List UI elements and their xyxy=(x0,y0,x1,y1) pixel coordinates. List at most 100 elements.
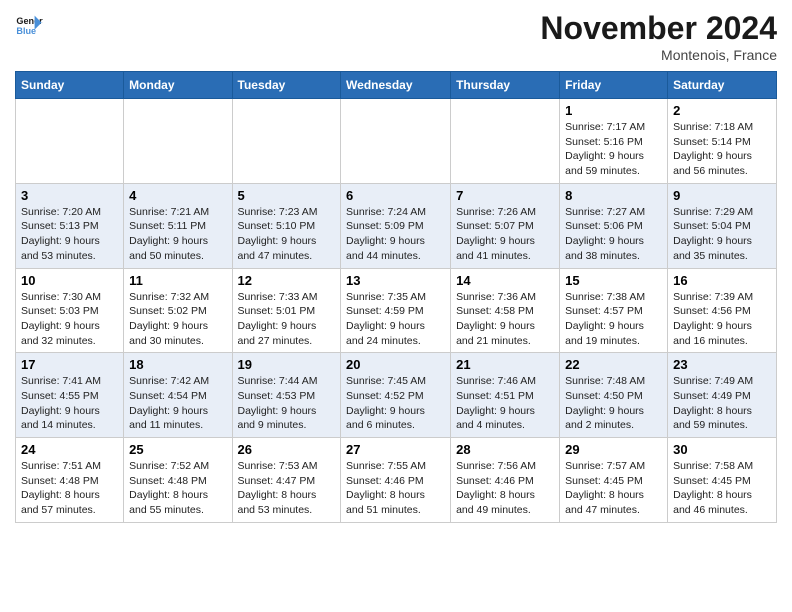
calendar-cell: 1 Sunrise: 7:17 AM Sunset: 5:16 PM Daylig… xyxy=(560,99,668,184)
day-info: Sunrise: 7:33 AM Sunset: 5:01 PM Dayligh… xyxy=(238,290,336,349)
day-info: Sunrise: 7:30 AM Sunset: 5:03 PM Dayligh… xyxy=(21,290,118,349)
weekday-header: Saturday xyxy=(668,72,777,99)
calendar-cell: 11 Sunrise: 7:32 AM Sunset: 5:02 PM Dayli… xyxy=(124,268,232,353)
calendar-cell: 5 Sunrise: 7:23 AM Sunset: 5:10 PM Daylig… xyxy=(232,183,341,268)
day-info: Sunrise: 7:52 AM Sunset: 4:48 PM Dayligh… xyxy=(129,459,226,518)
day-info: Sunrise: 7:41 AM Sunset: 4:55 PM Dayligh… xyxy=(21,374,118,433)
calendar-cell: 29 Sunrise: 7:57 AM Sunset: 4:45 PM Dayli… xyxy=(560,438,668,523)
day-info: Sunrise: 7:27 AM Sunset: 5:06 PM Dayligh… xyxy=(565,205,662,264)
calendar-cell: 20Sunrise: 7:45 AM Sunset: 4:52 PM Dayli… xyxy=(341,353,451,438)
calendar-cell: 6 Sunrise: 7:24 AM Sunset: 5:09 PM Daylig… xyxy=(341,183,451,268)
weekday-header: Thursday xyxy=(451,72,560,99)
day-number: 26 xyxy=(238,442,336,457)
day-number: 12 xyxy=(238,273,336,288)
calendar-cell: 22 Sunrise: 7:48 AM Sunset: 4:50 PM Dayli… xyxy=(560,353,668,438)
day-number: 1 xyxy=(565,103,662,118)
calendar-cell: 8 Sunrise: 7:27 AM Sunset: 5:06 PM Daylig… xyxy=(560,183,668,268)
title-area: November 2024 Montenois, France xyxy=(540,10,777,63)
day-info: Sunrise: 7:32 AM Sunset: 5:02 PM Dayligh… xyxy=(129,290,226,349)
weekday-header: Wednesday xyxy=(341,72,451,99)
day-info: Sunrise: 7:42 AM Sunset: 4:54 PM Dayligh… xyxy=(129,374,226,433)
calendar-cell: 26 Sunrise: 7:53 AM Sunset: 4:47 PM Dayli… xyxy=(232,438,341,523)
day-number: 21 xyxy=(456,357,554,372)
weekday-header: Monday xyxy=(124,72,232,99)
calendar-cell: 19Sunrise: 7:44 AM Sunset: 4:53 PM Dayli… xyxy=(232,353,341,438)
month-title: November 2024 xyxy=(540,10,777,47)
day-number: 28 xyxy=(456,442,554,457)
day-number: 30 xyxy=(673,442,771,457)
day-info: Sunrise: 7:57 AM Sunset: 4:45 PM Dayligh… xyxy=(565,459,662,518)
day-number: 5 xyxy=(238,188,336,203)
day-info: Sunrise: 7:38 AM Sunset: 4:57 PM Dayligh… xyxy=(565,290,662,349)
weekday-header-row: SundayMondayTuesdayWednesdayThursdayFrid… xyxy=(16,72,777,99)
calendar-cell: 16Sunrise: 7:39 AM Sunset: 4:56 PM Dayli… xyxy=(668,268,777,353)
calendar-cell xyxy=(16,99,124,184)
day-info: Sunrise: 7:29 AM Sunset: 5:04 PM Dayligh… xyxy=(673,205,771,264)
week-row: 10 Sunrise: 7:30 AM Sunset: 5:03 PM Dayli… xyxy=(16,268,777,353)
day-info: Sunrise: 7:21 AM Sunset: 5:11 PM Dayligh… xyxy=(129,205,226,264)
calendar-cell: 2Sunrise: 7:18 AM Sunset: 5:14 PM Daylig… xyxy=(668,99,777,184)
calendar-cell xyxy=(124,99,232,184)
week-row: 17Sunrise: 7:41 AM Sunset: 4:55 PM Dayli… xyxy=(16,353,777,438)
week-row: 24 Sunrise: 7:51 AM Sunset: 4:48 PM Dayli… xyxy=(16,438,777,523)
day-number: 10 xyxy=(21,273,118,288)
day-number: 4 xyxy=(129,188,226,203)
day-number: 29 xyxy=(565,442,662,457)
day-number: 13 xyxy=(346,273,445,288)
calendar-cell: 9 Sunrise: 7:29 AM Sunset: 5:04 PM Daylig… xyxy=(668,183,777,268)
day-number: 9 xyxy=(673,188,771,203)
calendar-cell: 21Sunrise: 7:46 AM Sunset: 4:51 PM Dayli… xyxy=(451,353,560,438)
calendar-cell: 10 Sunrise: 7:30 AM Sunset: 5:03 PM Dayli… xyxy=(16,268,124,353)
calendar-cell: 13 Sunrise: 7:35 AM Sunset: 4:59 PM Dayli… xyxy=(341,268,451,353)
day-info: Sunrise: 7:23 AM Sunset: 5:10 PM Dayligh… xyxy=(238,205,336,264)
day-info: Sunrise: 7:20 AM Sunset: 5:13 PM Dayligh… xyxy=(21,205,118,264)
calendar-table: SundayMondayTuesdayWednesdayThursdayFrid… xyxy=(15,71,777,523)
calendar-cell: 23 Sunrise: 7:49 AM Sunset: 4:49 PM Dayli… xyxy=(668,353,777,438)
day-info: Sunrise: 7:48 AM Sunset: 4:50 PM Dayligh… xyxy=(565,374,662,433)
calendar-cell: 7 Sunrise: 7:26 AM Sunset: 5:07 PM Daylig… xyxy=(451,183,560,268)
day-info: Sunrise: 7:53 AM Sunset: 4:47 PM Dayligh… xyxy=(238,459,336,518)
week-row: 1 Sunrise: 7:17 AM Sunset: 5:16 PM Daylig… xyxy=(16,99,777,184)
calendar-cell: 30Sunrise: 7:58 AM Sunset: 4:45 PM Dayli… xyxy=(668,438,777,523)
day-number: 24 xyxy=(21,442,118,457)
week-row: 3 Sunrise: 7:20 AM Sunset: 5:13 PM Daylig… xyxy=(16,183,777,268)
calendar-cell: 3 Sunrise: 7:20 AM Sunset: 5:13 PM Daylig… xyxy=(16,183,124,268)
day-info: Sunrise: 7:55 AM Sunset: 4:46 PM Dayligh… xyxy=(346,459,445,518)
day-number: 27 xyxy=(346,442,445,457)
day-number: 2 xyxy=(673,103,771,118)
logo: General Blue xyxy=(15,10,43,38)
calendar-cell: 4 Sunrise: 7:21 AM Sunset: 5:11 PM Daylig… xyxy=(124,183,232,268)
calendar-cell: 17Sunrise: 7:41 AM Sunset: 4:55 PM Dayli… xyxy=(16,353,124,438)
day-number: 3 xyxy=(21,188,118,203)
weekday-header: Sunday xyxy=(16,72,124,99)
day-number: 11 xyxy=(129,273,226,288)
day-info: Sunrise: 7:36 AM Sunset: 4:58 PM Dayligh… xyxy=(456,290,554,349)
day-info: Sunrise: 7:39 AM Sunset: 4:56 PM Dayligh… xyxy=(673,290,771,349)
day-info: Sunrise: 7:49 AM Sunset: 4:49 PM Dayligh… xyxy=(673,374,771,433)
calendar-cell: 18 Sunrise: 7:42 AM Sunset: 4:54 PM Dayli… xyxy=(124,353,232,438)
calendar-cell: 12 Sunrise: 7:33 AM Sunset: 5:01 PM Dayli… xyxy=(232,268,341,353)
day-number: 19 xyxy=(238,357,336,372)
day-number: 6 xyxy=(346,188,445,203)
day-number: 7 xyxy=(456,188,554,203)
day-number: 18 xyxy=(129,357,226,372)
day-number: 25 xyxy=(129,442,226,457)
svg-text:Blue: Blue xyxy=(16,26,36,36)
day-info: Sunrise: 7:26 AM Sunset: 5:07 PM Dayligh… xyxy=(456,205,554,264)
location: Montenois, France xyxy=(540,47,777,63)
day-info: Sunrise: 7:51 AM Sunset: 4:48 PM Dayligh… xyxy=(21,459,118,518)
calendar-cell: 25 Sunrise: 7:52 AM Sunset: 4:48 PM Dayli… xyxy=(124,438,232,523)
logo-icon: General Blue xyxy=(15,10,43,38)
day-number: 8 xyxy=(565,188,662,203)
day-number: 23 xyxy=(673,357,771,372)
day-info: Sunrise: 7:17 AM Sunset: 5:16 PM Dayligh… xyxy=(565,120,662,179)
calendar-cell xyxy=(341,99,451,184)
day-info: Sunrise: 7:24 AM Sunset: 5:09 PM Dayligh… xyxy=(346,205,445,264)
calendar-cell: 15Sunrise: 7:38 AM Sunset: 4:57 PM Dayli… xyxy=(560,268,668,353)
day-number: 22 xyxy=(565,357,662,372)
day-info: Sunrise: 7:35 AM Sunset: 4:59 PM Dayligh… xyxy=(346,290,445,349)
weekday-header: Friday xyxy=(560,72,668,99)
day-number: 14 xyxy=(456,273,554,288)
calendar-cell xyxy=(232,99,341,184)
calendar-cell: 14 Sunrise: 7:36 AM Sunset: 4:58 PM Dayli… xyxy=(451,268,560,353)
